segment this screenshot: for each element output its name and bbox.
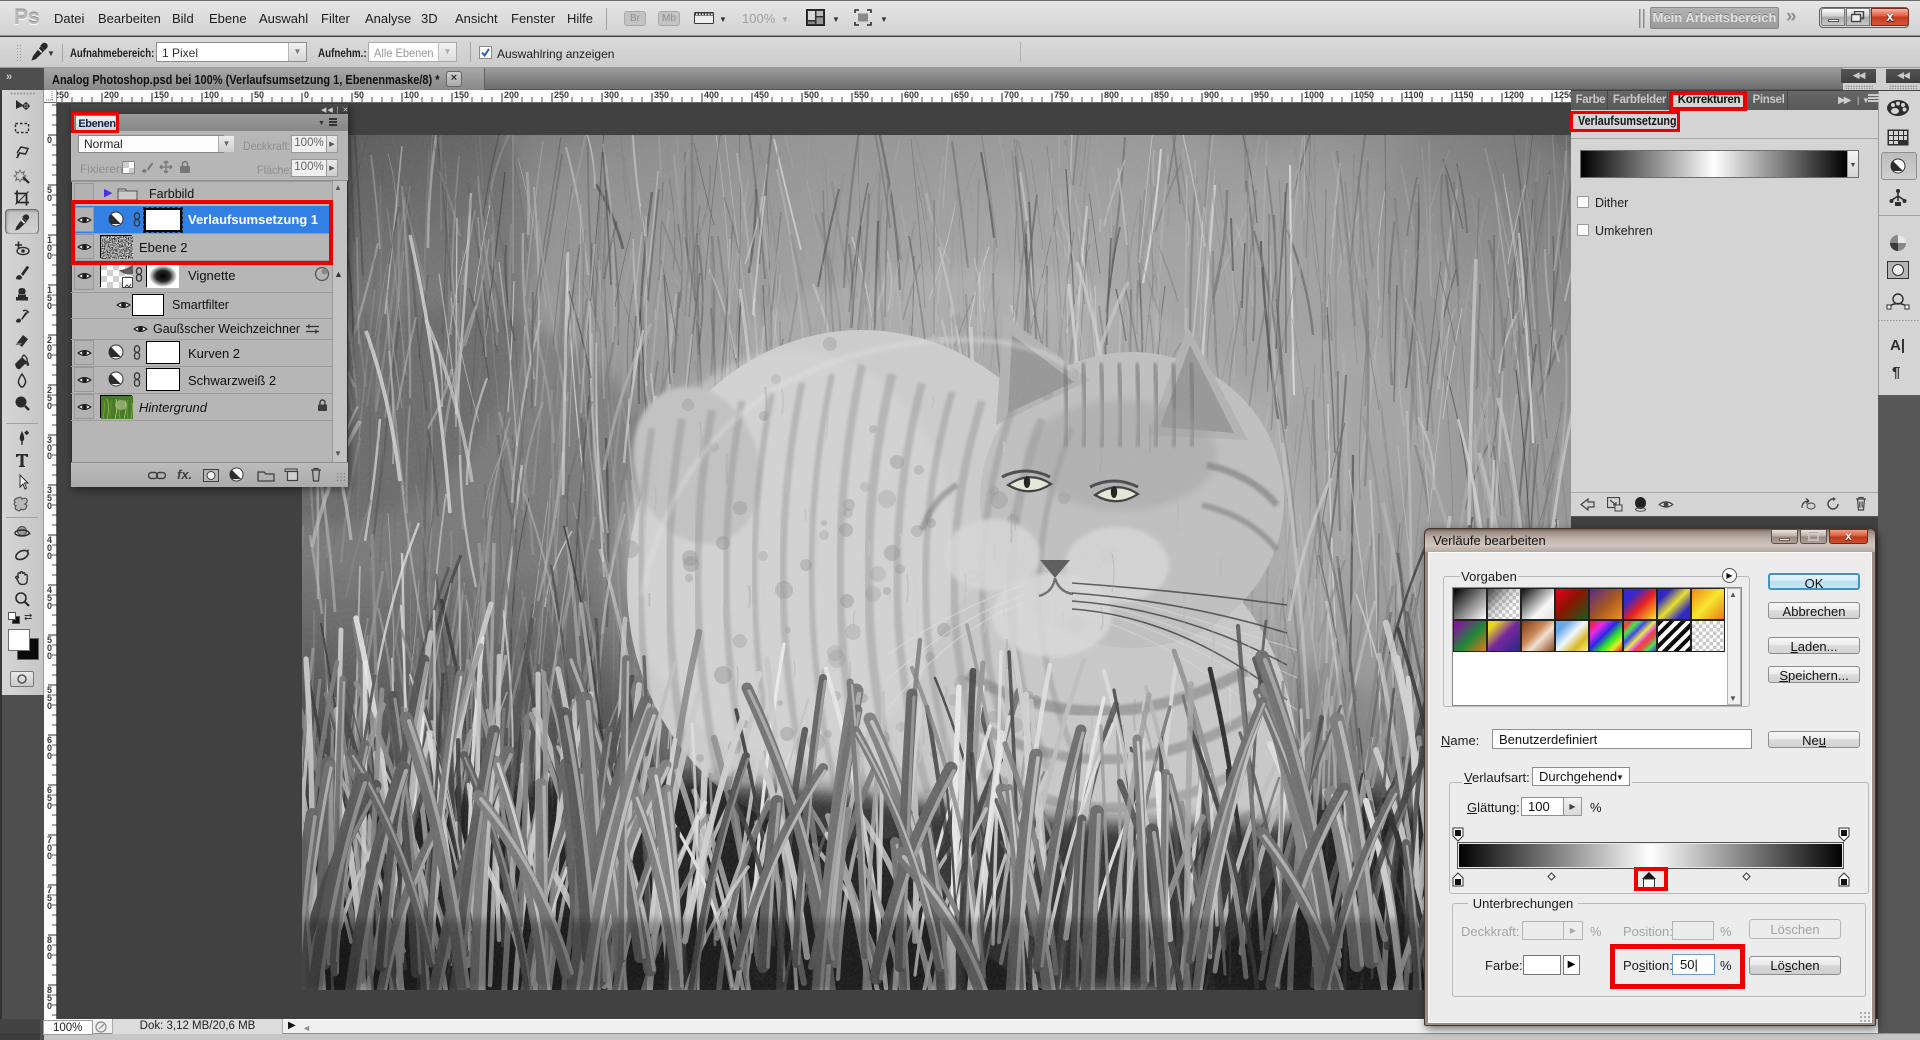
svg-text:1150: 1150 (1454, 90, 1474, 100)
svg-text:100: 100 (47, 235, 52, 261)
svg-text:650: 650 (954, 90, 969, 100)
svg-text:300: 300 (604, 90, 619, 100)
svg-text:0: 0 (47, 135, 52, 145)
svg-text:650: 650 (47, 785, 52, 811)
svg-text:500: 500 (804, 90, 819, 100)
svg-text:50: 50 (47, 185, 52, 203)
svg-text:700: 700 (1004, 90, 1019, 100)
svg-text:400: 400 (704, 90, 719, 100)
svg-text:350: 350 (654, 90, 669, 100)
svg-text:400: 400 (47, 535, 52, 561)
svg-text:600: 600 (904, 90, 919, 100)
svg-text:250: 250 (47, 385, 52, 411)
svg-text:850: 850 (47, 985, 52, 1011)
svg-text:700: 700 (47, 835, 52, 861)
svg-text:1200: 1200 (1504, 90, 1524, 100)
svg-text:200: 200 (504, 90, 519, 100)
svg-text:150: 150 (154, 90, 169, 100)
svg-text:150: 150 (47, 285, 52, 311)
svg-text:750: 750 (47, 885, 52, 911)
svg-text:50: 50 (354, 90, 364, 100)
svg-text:850: 850 (1154, 90, 1169, 100)
svg-text:150: 150 (454, 90, 469, 100)
svg-text:1250: 1250 (1554, 90, 1571, 100)
svg-text:250: 250 (554, 90, 569, 100)
svg-text:750: 750 (1054, 90, 1069, 100)
svg-text:550: 550 (854, 90, 869, 100)
svg-text:950: 950 (1254, 90, 1269, 100)
svg-text:1050: 1050 (1354, 90, 1374, 100)
svg-text:350: 350 (47, 485, 52, 511)
svg-text:300: 300 (47, 435, 52, 461)
svg-text:1000: 1000 (1304, 90, 1324, 100)
svg-text:900: 900 (1204, 90, 1219, 100)
svg-text:200: 200 (104, 90, 119, 100)
svg-text:50: 50 (254, 90, 264, 100)
svg-text:200: 200 (47, 335, 52, 361)
svg-text:500: 500 (47, 635, 52, 661)
svg-text:600: 600 (47, 735, 52, 761)
svg-text:450: 450 (47, 585, 52, 611)
svg-text:100: 100 (204, 90, 219, 100)
svg-text:0: 0 (304, 90, 309, 100)
svg-text:550: 550 (47, 685, 52, 711)
svg-text:450: 450 (754, 90, 769, 100)
svg-text:800: 800 (47, 935, 52, 961)
svg-text:800: 800 (1104, 90, 1119, 100)
svg-text:1100: 1100 (1404, 90, 1424, 100)
svg-text:100: 100 (404, 90, 419, 100)
